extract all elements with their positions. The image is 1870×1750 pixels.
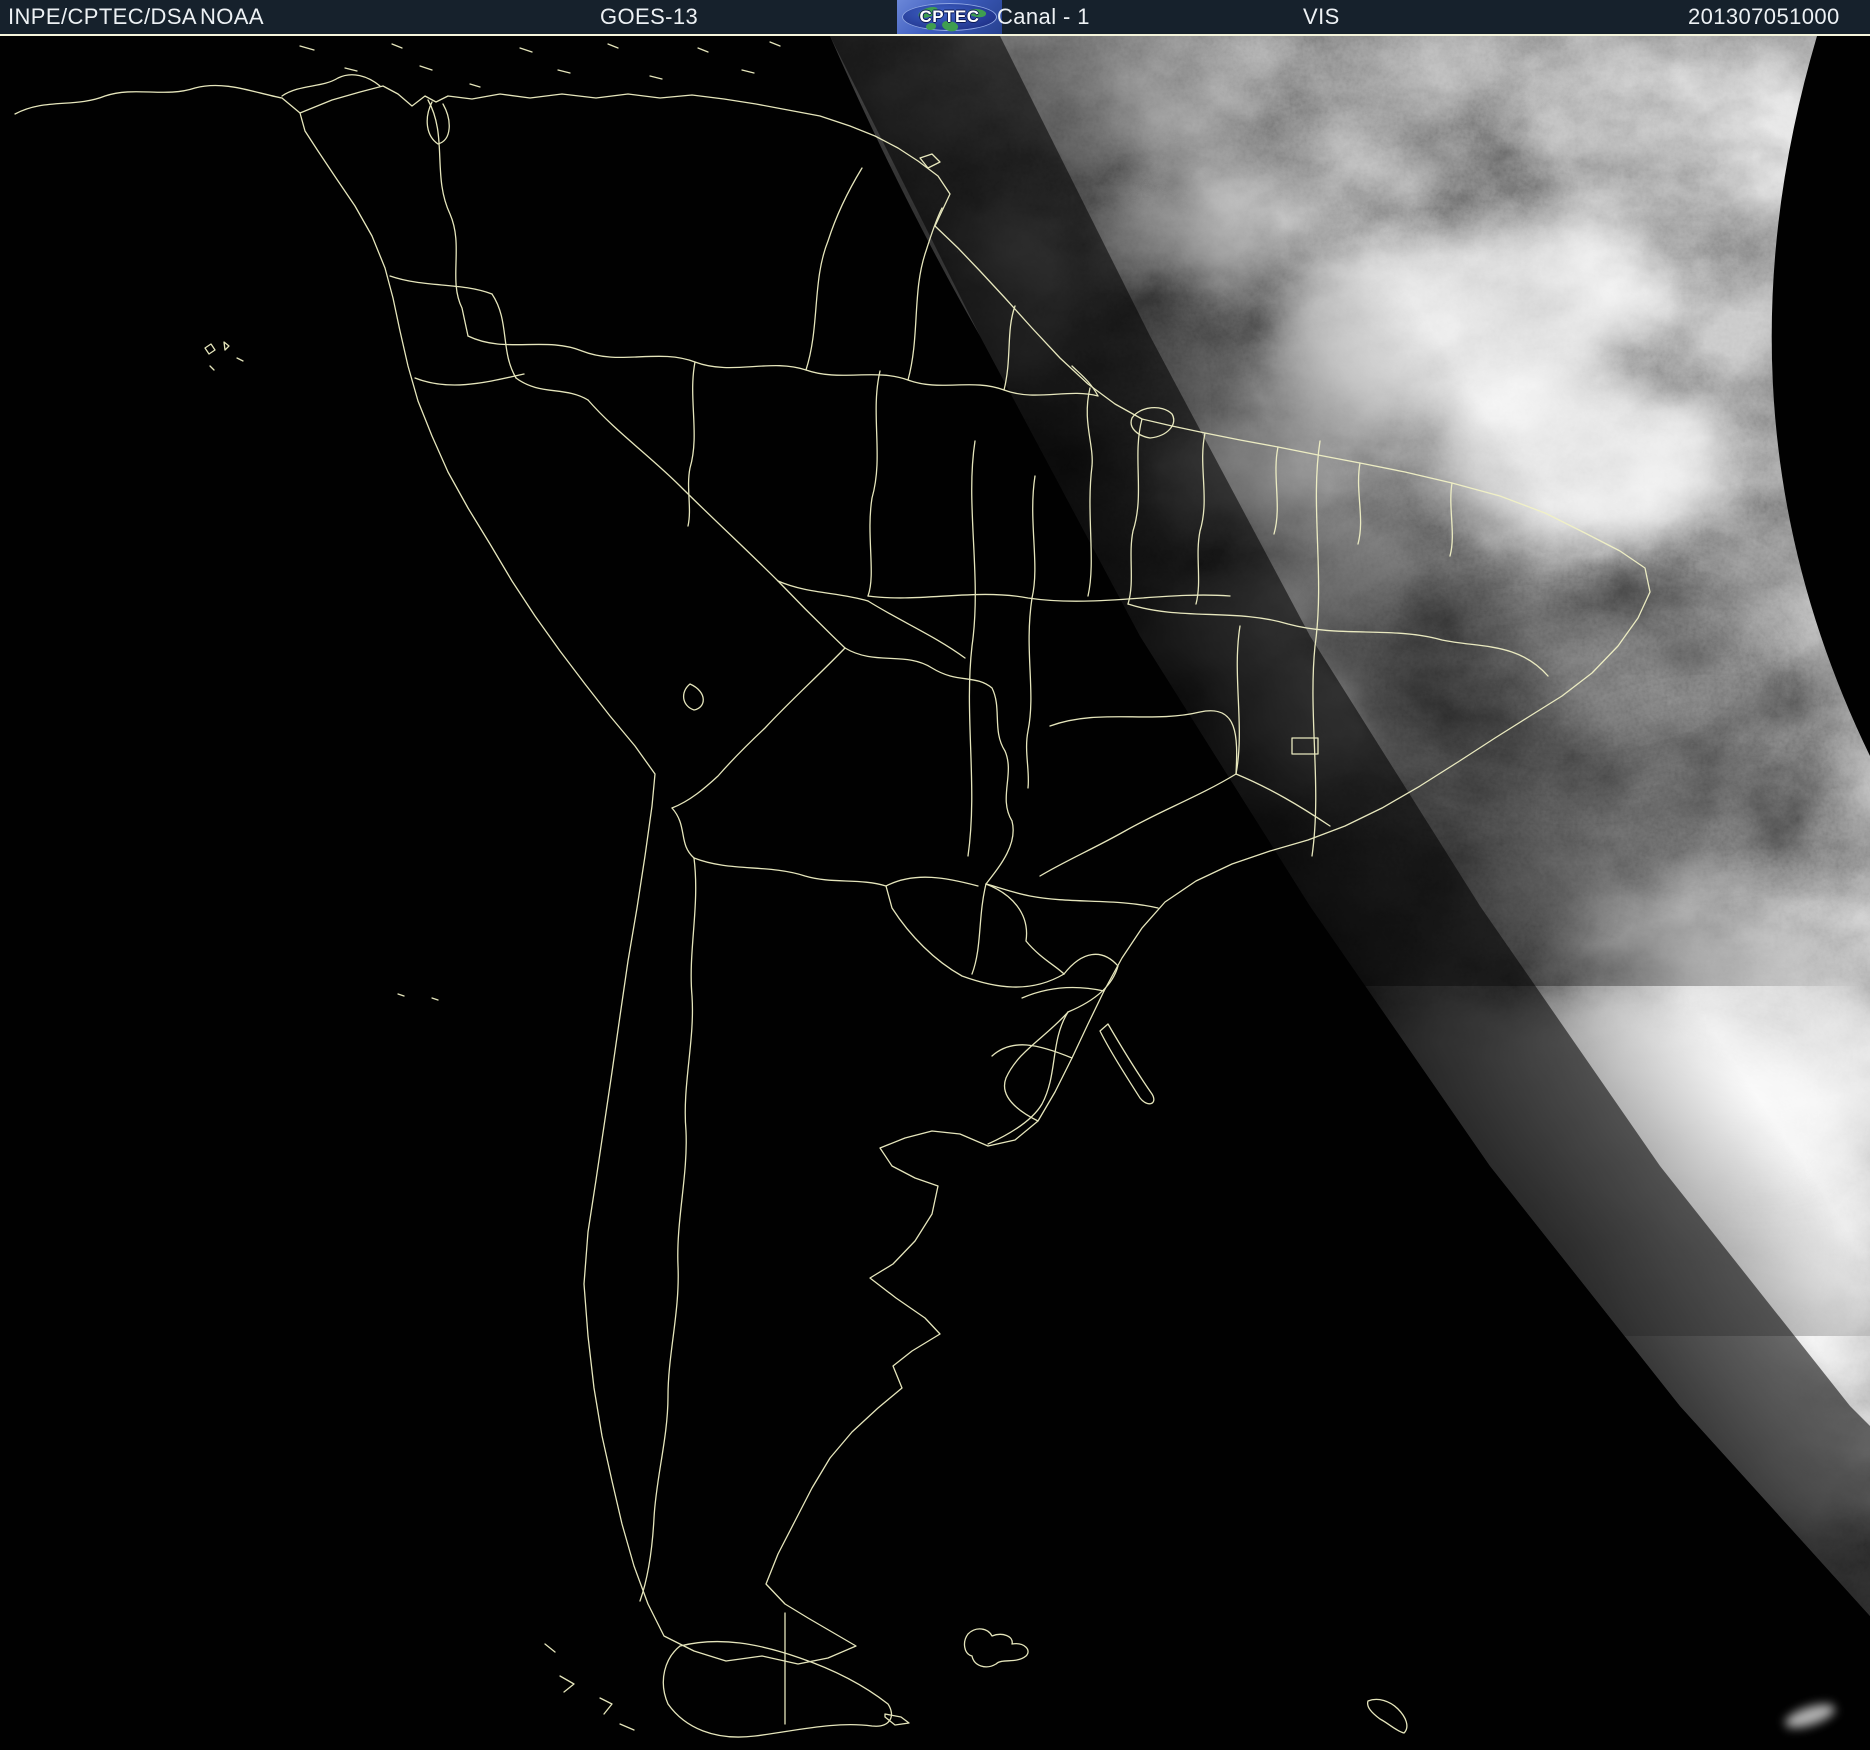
logo-text: CPTEC bbox=[919, 7, 980, 26]
cptec-logo: CPTEC bbox=[897, 0, 1002, 34]
satellite-image bbox=[0, 36, 1870, 1750]
agency-label: INPE/CPTEC/DSA bbox=[8, 4, 197, 29]
channel-label: Canal - 1 bbox=[997, 4, 1090, 29]
satellite-scene-svg bbox=[0, 36, 1870, 1750]
header-bar: INPE/CPTEC/DSA NOAA GOES-13 CPTEC Canal … bbox=[0, 0, 1870, 34]
noaa-label: NOAA bbox=[200, 4, 264, 29]
timestamp-label: 201307051000 bbox=[1688, 4, 1840, 29]
satellite-name-label: GOES-13 bbox=[600, 4, 699, 29]
satellite-product-page: INPE/CPTEC/DSA NOAA GOES-13 CPTEC Canal … bbox=[0, 0, 1870, 1750]
channel-type-label: VIS bbox=[1303, 4, 1340, 29]
